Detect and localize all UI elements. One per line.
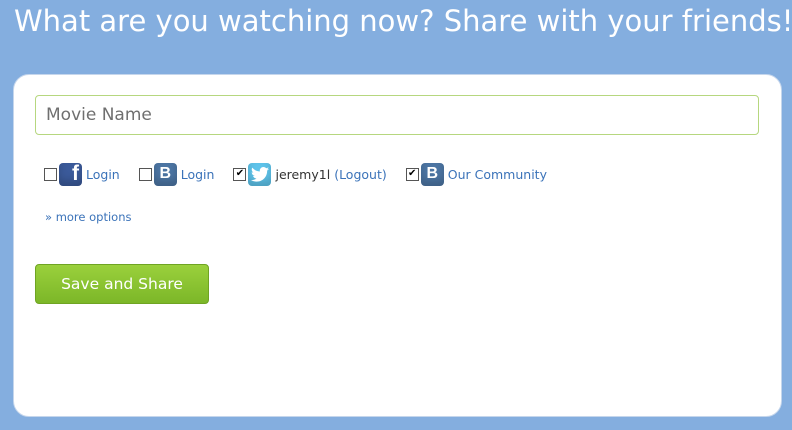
vk-community-checkbox[interactable]: ✔: [405, 167, 419, 181]
facebook-icon: f: [59, 162, 82, 186]
twitter-username: jeremy1l: [275, 166, 331, 182]
more-options-link[interactable]: » more options: [45, 210, 132, 224]
vk-login-link[interactable]: Login: [181, 167, 215, 182]
vk-icon: B: [153, 162, 177, 186]
vk-community-link[interactable]: Our Community: [448, 167, 547, 182]
page-title: What are you watching now? Share with yo…: [14, 4, 792, 38]
vk-checkbox[interactable]: [138, 167, 152, 181]
save-and-share-button[interactable]: Save and Share: [35, 264, 209, 304]
share-card: f Login B Login ✔ jeremy1l (Logout) ✔ B …: [13, 74, 782, 417]
twitter-logout-link[interactable]: (Logout): [334, 167, 387, 182]
vk-icon: B: [420, 162, 444, 186]
share-option-twitter: ✔ jeremy1l (Logout): [233, 162, 387, 186]
movie-name-input[interactable]: [35, 95, 759, 135]
share-options: f Login B Login ✔ jeremy1l (Logout) ✔ B …: [44, 161, 566, 187]
twitter-icon: [248, 162, 272, 186]
facebook-checkbox[interactable]: [44, 167, 57, 181]
twitter-checkbox[interactable]: ✔: [233, 167, 247, 181]
share-option-vk-community: ✔ B Our Community: [405, 162, 547, 186]
twitter-bird-icon: [250, 166, 269, 182]
facebook-login-link[interactable]: Login: [86, 167, 120, 182]
share-option-vk: B Login: [138, 162, 215, 186]
share-option-facebook: f Login: [44, 162, 120, 186]
